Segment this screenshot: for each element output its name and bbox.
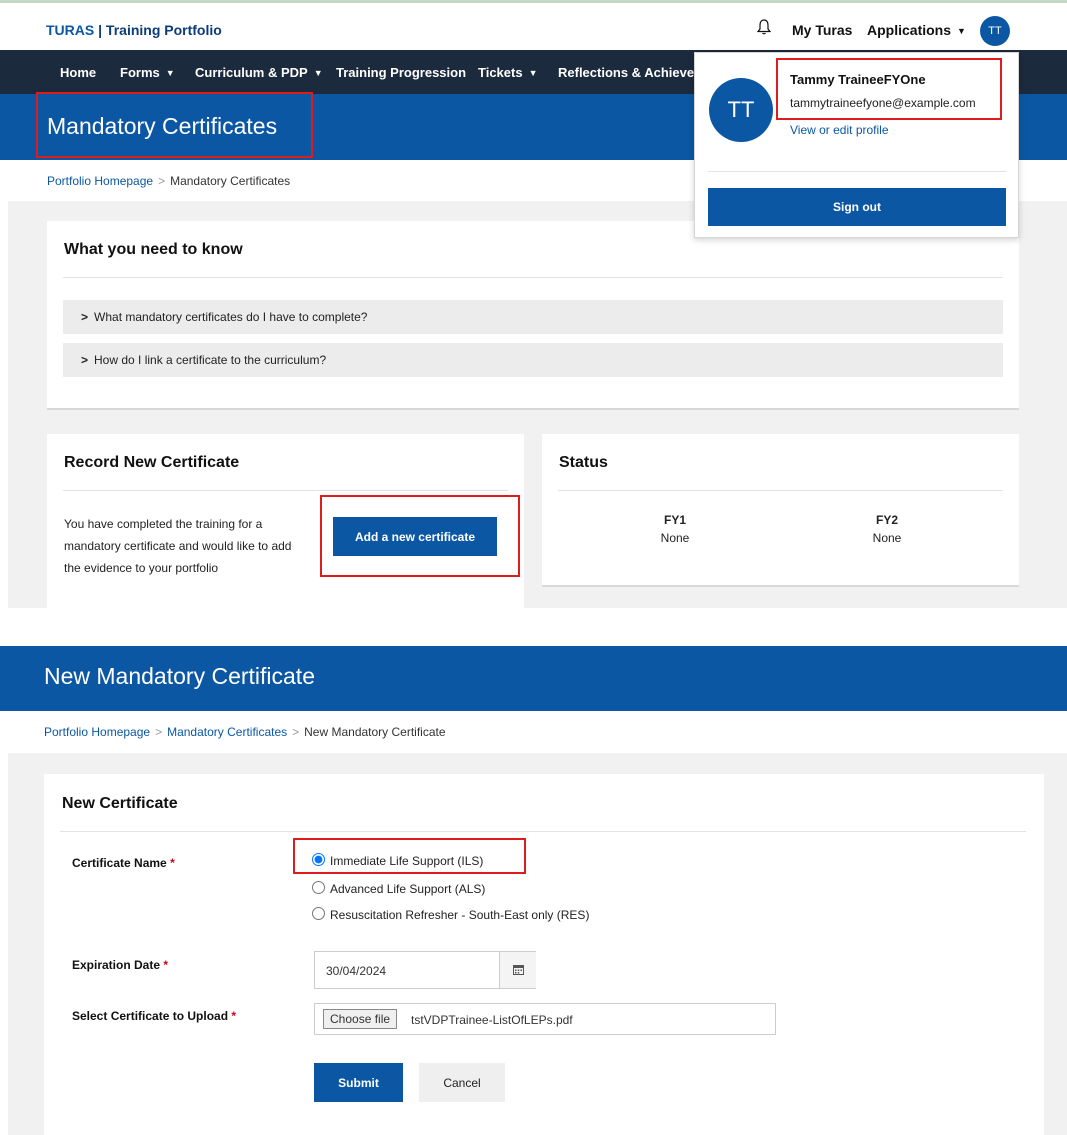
status-fy2: FY2 None — [837, 513, 937, 545]
breadcrumb: Portfolio Homepage > Mandatory Certificate… — [47, 174, 290, 188]
certificate-name-label: Certificate Name * — [72, 856, 175, 870]
applications-menu[interactable]: Applications ▼ — [867, 22, 966, 38]
record-text-line: mandatory certificate and would like to … — [64, 539, 292, 553]
expiration-date-label: Expiration Date * — [72, 958, 168, 972]
brand-turas: TURAS — [46, 22, 95, 38]
radio-res-input[interactable] — [312, 907, 325, 920]
choose-file-button[interactable]: Choose file — [323, 1009, 398, 1029]
page-title: New Mandatory Certificate — [44, 663, 315, 689]
nav-tickets[interactable]: Tickets ▼ — [478, 65, 538, 80]
required-asterisk: * — [163, 958, 169, 972]
required-asterisk: * — [170, 856, 175, 870]
accordion-mandatory-certificates[interactable]: > What mandatory certificates do I have t… — [63, 300, 1003, 334]
divider — [63, 277, 1003, 278]
status-fy1: FY1 None — [625, 513, 725, 545]
radio-label: Advanced Life Support (ALS) — [330, 882, 486, 896]
breadcrumb-current: Mandatory Certificates — [170, 174, 291, 188]
chevron-right-icon: > — [81, 353, 89, 367]
breadcrumb-current: New Mandatory Certificate — [304, 725, 446, 739]
required-asterisk: * — [231, 1009, 237, 1023]
calendar-icon — [513, 965, 524, 975]
highlight-ils-option — [293, 838, 526, 874]
breadcrumb-certificates-link[interactable]: Mandatory Certificates — [167, 725, 287, 739]
top-header: TURAS | Training Portfolio My Turas Appl… — [0, 0, 1067, 50]
radio-als-input[interactable] — [312, 881, 325, 894]
highlight-page-title — [36, 92, 313, 158]
radio-label: Resuscitation Refresher - South-East onl… — [330, 908, 590, 922]
new-certificate-card: New Certificate — [44, 774, 1044, 1135]
nav-forms[interactable]: Forms ▼ — [120, 65, 175, 80]
label-text: Certificate Name — [72, 856, 167, 870]
label-text: Select Certificate to Upload — [72, 1009, 229, 1023]
status-value: None — [872, 531, 902, 545]
need-to-know-heading: What you need to know — [64, 241, 243, 258]
caret-down-icon: ▼ — [528, 68, 538, 78]
expiration-date-input[interactable]: 30/04/2024 — [314, 951, 536, 989]
applications-label: Applications — [867, 22, 952, 38]
sign-out-button[interactable]: Sign out — [708, 188, 1006, 226]
selected-file-name: tstVDPTrainee-ListOfLEPs.pdf — [411, 1013, 573, 1027]
chevron-right-icon: > — [81, 310, 89, 324]
accordion-label: What mandatory certificates do I have to… — [94, 310, 368, 324]
record-text-line: the evidence to your portfolio — [64, 561, 219, 575]
label-text: Expiration Date — [72, 958, 161, 972]
divider — [63, 490, 508, 491]
new-certificate-header-band: New Mandatory Certificate — [0, 646, 1067, 711]
nav-curriculum-label: Curriculum & PDP — [195, 65, 308, 80]
divider — [558, 490, 1003, 491]
bell-icon[interactable] — [757, 19, 771, 35]
submit-button[interactable]: Submit — [314, 1063, 403, 1102]
highlight-add-button — [320, 495, 520, 577]
divider — [708, 171, 1006, 172]
brand-title: | Training Portfolio — [94, 22, 222, 38]
nav-training-progression[interactable]: Training Progression — [336, 65, 466, 80]
nav-tickets-label: Tickets — [478, 65, 523, 80]
card-heading: New Certificate — [62, 795, 178, 812]
my-turas-link[interactable]: My Turas — [792, 22, 852, 38]
upload-label: Select Certificate to Upload * — [72, 1009, 236, 1023]
record-description: You have completed the training for a ma… — [64, 513, 291, 579]
accordion-link-certificate[interactable]: > How do I link a certificate to the curr… — [63, 343, 1003, 377]
caret-down-icon: ▼ — [313, 68, 323, 78]
edit-profile-link[interactable]: View or edit profile — [790, 123, 889, 137]
nav-curriculum[interactable]: Curriculum & PDP ▼ — [195, 65, 323, 80]
calendar-button[interactable] — [499, 952, 536, 988]
profile-avatar: TT — [709, 78, 773, 142]
nav-reflections[interactable]: Reflections & Achieveme — [558, 65, 713, 80]
status-heading: Status — [559, 454, 608, 471]
status-year: FY2 — [875, 513, 898, 527]
record-heading: Record New Certificate — [64, 454, 240, 471]
accordion-label: How do I link a certificate to the curri… — [94, 353, 327, 367]
status-year: FY1 — [663, 513, 686, 527]
user-avatar[interactable]: TT — [980, 16, 1010, 46]
status-value: None — [660, 531, 690, 545]
radio-als[interactable]: Advanced Life Support (ALS) — [312, 881, 485, 896]
nav-home[interactable]: Home — [60, 65, 96, 80]
highlight-profile-info — [776, 58, 1002, 120]
breadcrumb-separator: > — [158, 174, 166, 188]
status-card: Status FY1 None FY2 None — [542, 434, 1019, 587]
expiration-date-value: 30/04/2024 — [326, 964, 387, 978]
breadcrumb-separator: > — [292, 725, 300, 739]
file-upload-input[interactable]: Choose file tstVDPTrainee-ListOfLEPs.pdf — [314, 1003, 776, 1035]
caret-down-icon: ▼ — [957, 26, 966, 36]
breadcrumb-home-link[interactable]: Portfolio Homepage — [44, 725, 150, 739]
caret-down-icon: ▼ — [165, 68, 175, 78]
cancel-button[interactable]: Cancel — [419, 1063, 505, 1102]
breadcrumb-home-link[interactable]: Portfolio Homepage — [47, 174, 153, 188]
record-text-line: You have completed the training for a — [64, 517, 263, 531]
divider — [60, 831, 1026, 832]
breadcrumb: Portfolio Homepage > Mandatory Certificate… — [44, 725, 446, 739]
brand-logo[interactable]: TURAS | Training Portfolio — [46, 22, 222, 38]
nav-forms-label: Forms — [120, 65, 160, 80]
mandatory-certificates-screen: TURAS | Training Portfolio My Turas Appl… — [0, 0, 1067, 608]
radio-res[interactable]: Resuscitation Refresher - South-East onl… — [312, 907, 589, 922]
breadcrumb-separator: > — [155, 725, 163, 739]
